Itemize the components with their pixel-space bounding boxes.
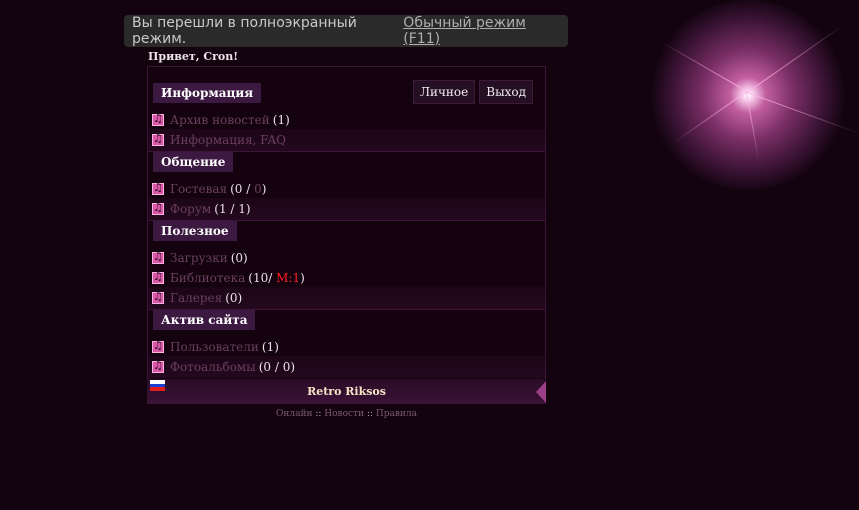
news-archive-link[interactable]: Архив новостей bbox=[170, 113, 270, 127]
faq-link[interactable]: Информация, FAQ bbox=[170, 133, 286, 147]
music-note-icon bbox=[152, 112, 164, 126]
library-link[interactable]: Библиотека bbox=[170, 271, 245, 285]
section-header-useful: Полезное bbox=[153, 221, 237, 241]
list-item[interactable]: Библиотека (10/ M:1) bbox=[152, 269, 305, 287]
online-link[interactable]: Онлайн bbox=[276, 409, 312, 419]
section-header-communication: Общение bbox=[153, 152, 234, 172]
downloads-link[interactable]: Загрузки bbox=[170, 251, 228, 265]
music-note-icon bbox=[152, 290, 164, 304]
section-header-info: Информация bbox=[153, 83, 262, 103]
logout-button[interactable]: Выход bbox=[479, 80, 533, 104]
forum-link[interactable]: Форум bbox=[170, 202, 211, 216]
section-header-site-activity: Актив сайта bbox=[153, 310, 256, 330]
guestbook-link[interactable]: Гостевая bbox=[170, 182, 227, 196]
list-item[interactable]: Загрузки (0) bbox=[152, 249, 248, 267]
greeting: Привет, Cron! bbox=[148, 50, 239, 63]
decorative-glow bbox=[650, 0, 846, 190]
main-menu-panel: Личное Выход Информация Архив новостей (… bbox=[147, 66, 546, 404]
list-item[interactable]: Архив новостей (1) bbox=[152, 111, 290, 129]
toast-message: Вы перешли в полноэкранный режим. bbox=[132, 15, 357, 47]
photo-albums-link[interactable]: Фотоальбомы bbox=[170, 360, 256, 374]
site-name[interactable]: Retro Riksos bbox=[147, 379, 546, 403]
music-note-icon bbox=[152, 250, 164, 264]
bottom-links: Онлайн :: Новости :: Правила bbox=[275, 409, 418, 419]
music-note-icon bbox=[152, 132, 164, 146]
news-link[interactable]: Новости bbox=[324, 409, 364, 419]
list-item[interactable]: Гостевая (0 / 0) bbox=[152, 180, 266, 198]
site-footer-bar: Retro Riksos bbox=[147, 379, 546, 403]
list-item[interactable]: Форум (1 / 1) bbox=[152, 200, 251, 218]
music-note-icon bbox=[152, 181, 164, 195]
exit-fullscreen-link[interactable]: Обычный режим (F11) bbox=[403, 15, 560, 47]
gallery-link[interactable]: Галерея bbox=[170, 291, 222, 305]
users-link[interactable]: Пользователи bbox=[170, 340, 259, 354]
rules-link[interactable]: Правила bbox=[376, 409, 417, 419]
list-item[interactable]: Информация, FAQ bbox=[152, 131, 286, 149]
music-note-icon bbox=[152, 270, 164, 284]
fullscreen-toast: Вы перешли в полноэкранный режим. Обычны… bbox=[124, 15, 568, 47]
list-item[interactable]: Пользователи (1) bbox=[152, 338, 279, 356]
music-note-icon bbox=[152, 201, 164, 215]
music-note-icon bbox=[152, 359, 164, 373]
list-item[interactable]: Галерея (0) bbox=[152, 289, 242, 307]
list-item[interactable]: Фотоальбомы (0 / 0) bbox=[152, 358, 295, 376]
personal-button[interactable]: Личное bbox=[412, 80, 476, 104]
music-note-icon bbox=[152, 339, 164, 353]
arrow-left-icon[interactable] bbox=[536, 381, 546, 403]
